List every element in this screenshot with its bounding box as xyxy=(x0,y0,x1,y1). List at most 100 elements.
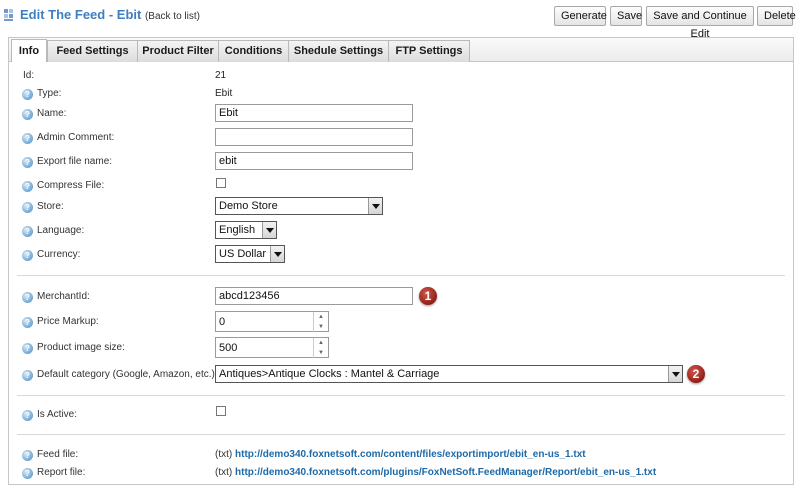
report-file-value: (txt) http://demo340.foxnetsoft.com/plug… xyxy=(215,467,656,478)
compress-file-label: Compress File: xyxy=(37,180,105,191)
help-icon[interactable]: ? xyxy=(22,250,33,261)
chevron-down-icon[interactable] xyxy=(368,198,382,214)
delete-button[interactable]: Delete xyxy=(757,6,796,26)
back-to-list-link[interactable]: (Back to list) xyxy=(145,11,200,22)
page-title-text: Edit The Feed - Ebit xyxy=(20,7,142,22)
tab-strip: Info Feed Settings Product Filter Condit… xyxy=(9,38,793,62)
price-markup-value: 0 xyxy=(219,316,226,328)
feed-file-link[interactable]: http://demo340.foxnetsoft.com/content/fi… xyxy=(235,449,586,460)
language-select-value: English xyxy=(219,224,256,236)
row-report-file: ? Report file: (txt) http://demo340.foxn… xyxy=(9,463,793,485)
price-markup-stepper[interactable]: 0 ▲ ▼ xyxy=(215,311,329,332)
name-label: Name: xyxy=(37,108,67,119)
generate-button[interactable]: Generate xyxy=(554,6,607,26)
type-label: Type: xyxy=(37,88,62,99)
merchant-id-field[interactable]: abcd123456 xyxy=(215,287,413,305)
report-file-link[interactable]: http://demo340.foxnetsoft.com/plugins/Fo… xyxy=(235,467,656,478)
row-price-markup: ? Price Markup: 0 ▲ ▼ xyxy=(9,311,793,333)
feed-file-type: (txt) xyxy=(215,449,233,460)
row-name: ? Name: Ebit xyxy=(9,104,793,126)
tab-ftp-settings[interactable]: FTP Settings xyxy=(388,40,470,62)
spinner-arrows[interactable]: ▲ ▼ xyxy=(313,312,328,332)
marker-badge-1: 1 xyxy=(419,287,437,305)
feed-file-label: Feed file: xyxy=(37,449,79,460)
row-default-category: ? Default category (Google, Amazon, etc.… xyxy=(9,365,793,387)
default-category-select[interactable]: Antiques>Antique Clocks : Mantel & Carri… xyxy=(215,365,683,383)
tab-feed-settings[interactable]: Feed Settings xyxy=(47,40,138,62)
report-file-label: Report file: xyxy=(37,467,86,478)
row-is-active: ? Is Active: xyxy=(9,405,793,427)
help-icon[interactable]: ? xyxy=(22,292,33,303)
currency-select-value: US Dollar xyxy=(219,248,267,260)
row-merchant-id: ? MerchantId: abcd123456 1 xyxy=(9,287,793,309)
help-icon[interactable]: ? xyxy=(22,450,33,461)
tab-shedule-settings[interactable]: Shedule Settings xyxy=(288,40,389,62)
spin-up-icon[interactable]: ▲ xyxy=(314,338,328,348)
section-divider xyxy=(17,434,785,435)
store-select[interactable]: Demo Store xyxy=(215,197,383,215)
help-icon[interactable]: ? xyxy=(22,343,33,354)
admin-comment-field[interactable] xyxy=(215,128,413,146)
id-label: Id: xyxy=(23,70,35,81)
store-select-value: Demo Store xyxy=(219,200,278,212)
page-header: Edit The Feed - Ebit (Back to list) Gene… xyxy=(0,0,800,40)
export-file-name-field[interactable]: ebit xyxy=(215,152,413,170)
row-admin-comment: ? Admin Comment: xyxy=(9,128,793,150)
save-button[interactable]: Save xyxy=(610,6,642,26)
is-active-label: Is Active: xyxy=(37,409,78,420)
merchant-id-label: MerchantId: xyxy=(37,291,90,302)
help-icon[interactable]: ? xyxy=(22,89,33,100)
help-icon[interactable]: ? xyxy=(22,202,33,213)
section-divider xyxy=(17,275,785,276)
edit-panel: Info Feed Settings Product Filter Condit… xyxy=(8,37,794,485)
spin-up-icon[interactable]: ▲ xyxy=(314,312,328,322)
currency-label: Currency: xyxy=(37,249,81,260)
row-export-file-name: ? Export file name: ebit xyxy=(9,152,793,174)
row-product-image-size: ? Product image size: 500 ▲ ▼ xyxy=(9,337,793,359)
help-icon[interactable]: ? xyxy=(22,226,33,237)
language-label: Language: xyxy=(37,225,85,236)
price-markup-label: Price Markup: xyxy=(37,316,99,327)
spin-down-icon[interactable]: ▼ xyxy=(314,348,328,358)
help-icon[interactable]: ? xyxy=(22,468,33,479)
name-field[interactable]: Ebit xyxy=(215,104,413,122)
help-icon[interactable]: ? xyxy=(22,317,33,328)
feed-edit-icon xyxy=(4,9,16,21)
help-icon[interactable]: ? xyxy=(22,109,33,120)
tab-info[interactable]: Info xyxy=(11,39,47,62)
chevron-down-icon[interactable] xyxy=(668,366,682,382)
save-continue-button[interactable]: Save and Continue Edit xyxy=(646,6,754,40)
help-icon[interactable]: ? xyxy=(22,370,33,381)
row-language: ? Language: English xyxy=(9,221,793,243)
tab-product-filter[interactable]: Product Filter xyxy=(137,40,219,62)
id-value: 21 xyxy=(215,70,227,81)
feed-file-value: (txt) http://demo340.foxnetsoft.com/cont… xyxy=(215,449,586,460)
row-store: ? Store: Demo Store xyxy=(9,197,793,219)
store-label: Store: xyxy=(37,201,64,212)
marker-badge-2: 2 xyxy=(687,365,705,383)
product-image-size-stepper[interactable]: 500 ▲ ▼ xyxy=(215,337,329,358)
chevron-down-icon[interactable] xyxy=(270,246,284,262)
compress-file-checkbox[interactable] xyxy=(216,178,226,188)
help-icon[interactable]: ? xyxy=(22,133,33,144)
report-file-type: (txt) xyxy=(215,467,233,478)
help-icon[interactable]: ? xyxy=(22,410,33,421)
spin-down-icon[interactable]: ▼ xyxy=(314,322,328,332)
page-title: Edit The Feed - Ebit (Back to list) xyxy=(20,7,200,22)
tab-conditions[interactable]: Conditions xyxy=(218,40,289,62)
row-currency: ? Currency: US Dollar xyxy=(9,245,793,267)
product-image-size-label: Product image size: xyxy=(37,342,125,353)
row-compress-file: ? Compress File: xyxy=(9,177,793,199)
chevron-down-icon[interactable] xyxy=(262,222,276,238)
help-icon[interactable]: ? xyxy=(22,157,33,168)
admin-comment-label: Admin Comment: xyxy=(37,132,115,143)
default-category-value: Antiques>Antique Clocks : Mantel & Carri… xyxy=(219,368,440,380)
product-image-size-value: 500 xyxy=(219,342,238,354)
type-value: Ebit xyxy=(215,88,233,99)
spinner-arrows[interactable]: ▲ ▼ xyxy=(313,338,328,358)
help-icon[interactable]: ? xyxy=(22,181,33,192)
currency-select[interactable]: US Dollar xyxy=(215,245,285,263)
section-divider xyxy=(17,395,785,396)
is-active-checkbox[interactable] xyxy=(216,406,226,416)
language-select[interactable]: English xyxy=(215,221,277,239)
